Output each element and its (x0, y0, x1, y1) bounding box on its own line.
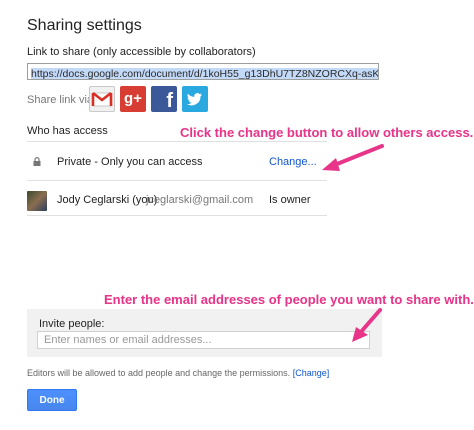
google-plus-icon[interactable]: g+ (120, 86, 146, 112)
permission-change-link[interactable]: [Change] (293, 368, 330, 378)
lock-icon (33, 157, 41, 166)
done-button[interactable]: Done (27, 389, 77, 411)
access-private-label: Private - Only you can access (57, 156, 203, 168)
share-via-label: Share link via: (27, 94, 97, 106)
owner-name: Jody Ceglarski (you) (57, 194, 158, 206)
permission-note: Editors will be allowed to add people an… (27, 368, 329, 378)
twitter-icon[interactable] (182, 86, 208, 112)
dialog-title: Sharing settings (27, 17, 142, 34)
share-link-text: https://docs.google.com/document/d/1koH5… (31, 68, 378, 79)
invite-input[interactable] (37, 331, 370, 349)
change-annotation: Click the change button to allow others … (180, 125, 474, 140)
facebook-icon[interactable]: f (151, 86, 177, 112)
access-divider-top (27, 141, 327, 142)
permission-note-text: Editors will be allowed to add people an… (27, 368, 291, 378)
email-arrow-icon (352, 308, 382, 342)
owner-role: Is owner (269, 194, 311, 206)
access-divider-middle (27, 180, 327, 181)
avatar (27, 191, 47, 211)
invite-label: Invite people: (39, 318, 105, 330)
change-access-button[interactable]: Change... (269, 156, 317, 168)
gmail-icon[interactable] (89, 86, 115, 112)
email-annotation: Enter the email addresses of people you … (104, 292, 474, 307)
access-divider-bottom (27, 215, 327, 216)
who-has-access-label: Who has access (27, 125, 108, 137)
owner-email: jceglarski@gmail.com (146, 194, 254, 206)
change-arrow-icon (322, 144, 384, 171)
share-link-field[interactable]: https://docs.google.com/document/d/1koH5… (27, 63, 379, 80)
link-label: Link to share (only accessible by collab… (27, 46, 256, 58)
